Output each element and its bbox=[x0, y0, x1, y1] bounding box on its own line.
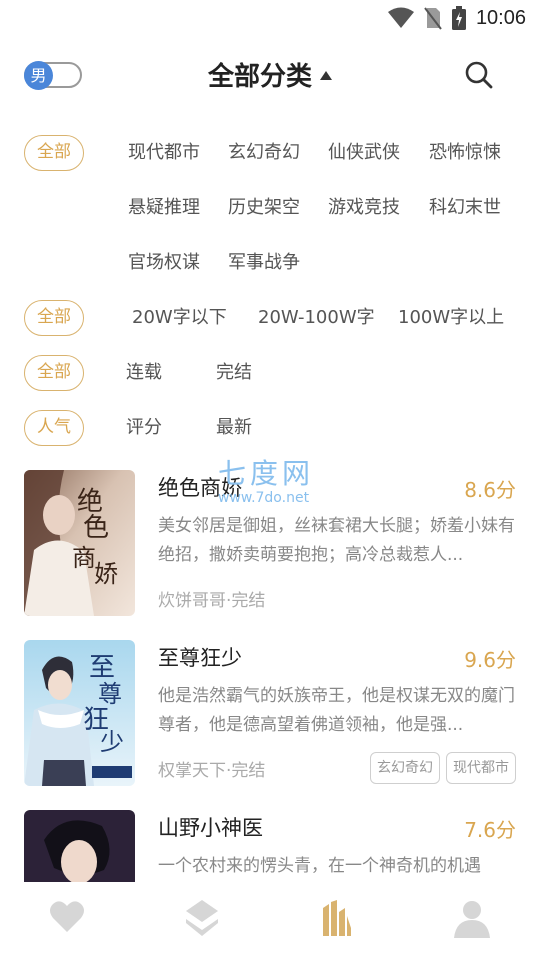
category-all-chip[interactable]: 全部 bbox=[24, 135, 84, 171]
category-option[interactable]: 现代都市 bbox=[128, 135, 200, 171]
bottom-nav bbox=[0, 882, 540, 960]
book-tag[interactable]: 玄幻奇幻 bbox=[370, 752, 440, 784]
svg-text:少: 少 bbox=[100, 728, 124, 756]
book-description: 美女邻居是御姐，丝袜套裙大长腿；娇羞小妹有绝招，撒娇卖萌要抱抱；高冷总裁惹人..… bbox=[158, 516, 515, 565]
category-option[interactable]: 军事战争 bbox=[228, 245, 300, 281]
caret-up-icon bbox=[320, 71, 332, 80]
book-cover: 绝 色 商 娇 bbox=[24, 470, 135, 616]
book-description: 他是浩然霸气的妖族帝王，他是权谋无双的魔门尊者，他是德高望着佛道领袖，他是强..… bbox=[158, 686, 515, 735]
book-title: 至尊狂少 bbox=[158, 646, 242, 670]
battery-charging-icon bbox=[451, 6, 466, 30]
status-all-chip[interactable]: 全部 bbox=[24, 355, 84, 391]
book-tag[interactable]: 现代都市 bbox=[446, 752, 516, 784]
heart-icon[interactable] bbox=[47, 898, 87, 938]
header: 男 全部分类 bbox=[0, 48, 540, 104]
status-bar: 10:06 bbox=[0, 0, 540, 38]
book-title: 绝色商娇 bbox=[158, 476, 242, 500]
book-cover: 至 尊 狂 少 bbox=[24, 640, 135, 786]
category-option[interactable]: 恐怖惊悚 bbox=[429, 135, 501, 171]
book-description: 一个农村来的愣头青，在一个神奇机的机遇 bbox=[158, 856, 481, 876]
sort-option[interactable]: 评分 bbox=[126, 410, 162, 446]
word-count-option[interactable]: 20W字以下 bbox=[132, 300, 227, 336]
book-item[interactable]: 至 尊 狂 少 至尊狂少 9.6分 他是浩然霸气的妖族帝王，他是权谋无双的魔门尊… bbox=[24, 640, 516, 790]
svg-text:商: 商 bbox=[72, 544, 96, 572]
user-icon[interactable] bbox=[452, 898, 492, 938]
book-author-status: 炊饼哥哥·完结 bbox=[158, 591, 266, 611]
bookshelf-icon[interactable] bbox=[317, 898, 357, 938]
sort-option[interactable]: 最新 bbox=[216, 410, 252, 446]
status-option[interactable]: 完结 bbox=[216, 355, 252, 391]
word-count-all-chip[interactable]: 全部 bbox=[24, 300, 84, 336]
category-option[interactable]: 悬疑推理 bbox=[128, 190, 200, 226]
book-item[interactable]: 绝 色 商 娇 绝色商娇 8.6分 美女邻居是御姐，丝袜套裙大长腿；娇羞小妹有绝… bbox=[24, 470, 516, 620]
status-option[interactable]: 连载 bbox=[126, 355, 162, 391]
layers-icon[interactable] bbox=[182, 898, 222, 938]
page-title: 全部分类 bbox=[207, 62, 312, 92]
svg-text:色: 色 bbox=[83, 513, 109, 543]
wifi-icon bbox=[387, 7, 414, 28]
svg-text:娇: 娇 bbox=[94, 560, 118, 588]
sort-popular-chip[interactable]: 人气 bbox=[24, 410, 84, 446]
category-option[interactable]: 官场权谋 bbox=[128, 245, 200, 281]
word-count-option[interactable]: 100W字以上 bbox=[398, 300, 504, 336]
book-score: 9.6分 bbox=[464, 648, 516, 672]
category-option[interactable]: 玄幻奇幻 bbox=[228, 135, 300, 171]
category-option[interactable]: 历史架空 bbox=[228, 190, 300, 226]
search-icon[interactable] bbox=[464, 60, 494, 90]
category-option[interactable]: 游戏竞技 bbox=[328, 190, 400, 226]
svg-text:至: 至 bbox=[89, 653, 115, 683]
word-count-option[interactable]: 20W-100W字 bbox=[258, 300, 375, 336]
book-cover bbox=[24, 810, 135, 886]
book-tags: 玄幻奇幻 现代都市 bbox=[370, 752, 516, 784]
book-item[interactable]: 山野小神医 7.6分 一个农村来的愣头青，在一个神奇机的机遇 bbox=[24, 810, 516, 886]
category-option[interactable]: 仙侠武侠 bbox=[328, 135, 400, 171]
status-time: 10:06 bbox=[475, 6, 526, 29]
no-sim-icon bbox=[424, 7, 442, 30]
category-dropdown[interactable]: 全部分类 bbox=[0, 56, 540, 93]
category-option[interactable]: 科幻末世 bbox=[429, 190, 501, 226]
book-score: 7.6分 bbox=[464, 818, 516, 842]
book-title: 山野小神医 bbox=[158, 816, 263, 840]
book-score: 8.6分 bbox=[464, 478, 516, 502]
svg-text:尊: 尊 bbox=[98, 680, 122, 708]
book-author-status: 权掌天下·完结 bbox=[158, 761, 266, 781]
